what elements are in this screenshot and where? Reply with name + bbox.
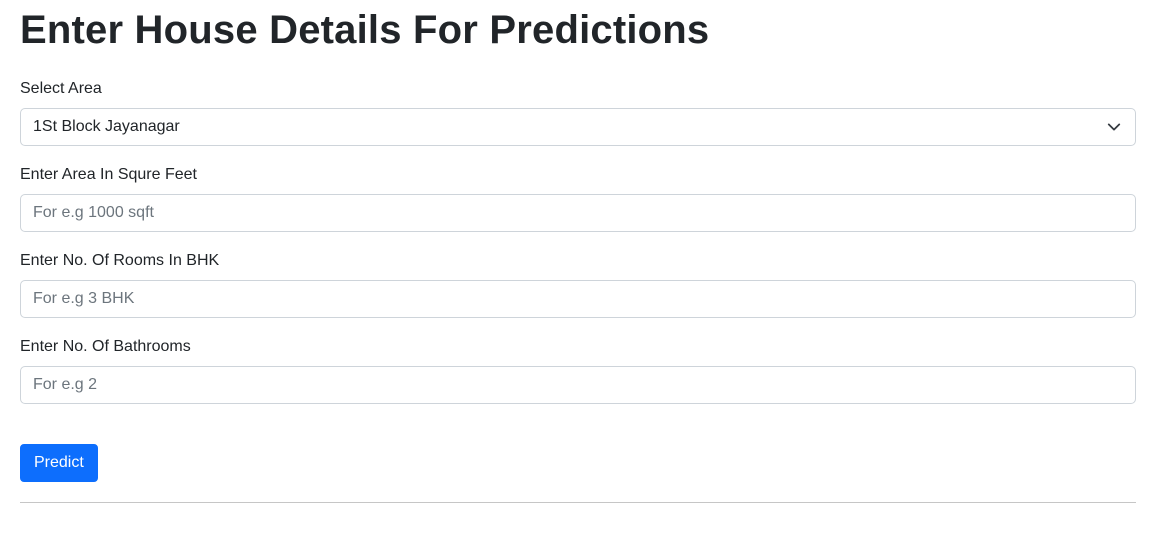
sqft-input[interactable] <box>20 194 1136 232</box>
area-select-value: 1St Block Jayanagar <box>33 118 180 135</box>
area-select-group: Select Area 1St Block Jayanagar <box>20 79 1136 146</box>
bath-label: Enter No. Of Bathrooms <box>20 338 191 355</box>
bhk-group: Enter No. Of Rooms In BHK <box>20 251 1136 318</box>
area-select-label: Select Area <box>20 80 102 97</box>
chevron-down-icon <box>1107 123 1121 131</box>
bath-input[interactable] <box>20 366 1136 404</box>
divider <box>20 502 1136 503</box>
page-title: Enter House Details For Predictions <box>20 8 710 52</box>
bhk-input[interactable] <box>20 280 1136 318</box>
predict-button[interactable]: Predict <box>20 444 98 482</box>
bhk-label: Enter No. Of Rooms In BHK <box>20 252 220 269</box>
sqft-label: Enter Area In Squre Feet <box>20 166 197 183</box>
bath-group: Enter No. Of Bathrooms <box>20 337 1136 404</box>
area-select[interactable]: 1St Block Jayanagar <box>20 108 1136 146</box>
sqft-group: Enter Area In Squre Feet <box>20 165 1136 232</box>
